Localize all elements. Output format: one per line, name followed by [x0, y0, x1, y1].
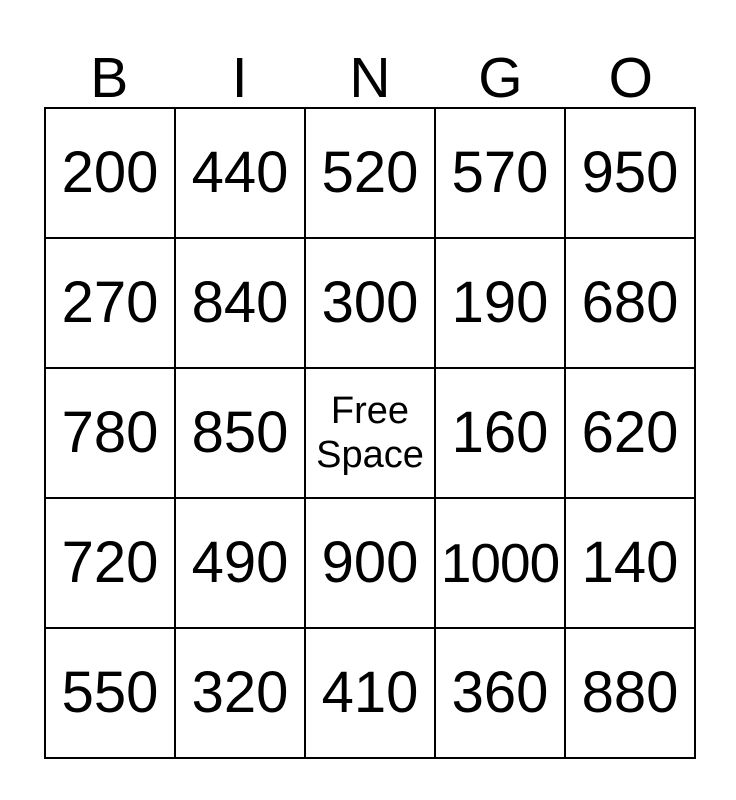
bingo-free-space-label: Free Space — [316, 390, 424, 476]
bingo-cell[interactable]: 160 — [436, 369, 566, 499]
bingo-cell-value: 570 — [451, 140, 549, 205]
bingo-cell[interactable]: 360 — [436, 629, 566, 759]
bingo-cell-value: 850 — [191, 400, 289, 465]
bingo-cell-value: 680 — [581, 270, 679, 335]
bingo-header-row: B I N G O — [44, 40, 696, 107]
bingo-cell[interactable]: 950 — [566, 109, 696, 239]
bingo-cell-value: 160 — [451, 400, 549, 465]
bingo-cell-value: 1000 — [440, 532, 560, 594]
bingo-cell-value: 320 — [191, 660, 289, 725]
bingo-cell-value: 840 — [191, 270, 289, 335]
bingo-cell[interactable]: 140 — [566, 499, 696, 629]
bingo-cell-value: 880 — [581, 660, 679, 725]
bingo-cell-value: 720 — [61, 530, 159, 595]
bingo-cell-value: 140 — [581, 530, 679, 595]
bingo-cell[interactable]: 570 — [436, 109, 566, 239]
bingo-cell-free-space[interactable]: Free Space — [306, 369, 436, 499]
bingo-header-letter-o: O — [608, 46, 653, 110]
bingo-cell[interactable]: 440 — [176, 109, 306, 239]
bingo-cell[interactable]: 200 — [46, 109, 176, 239]
bingo-header-letter-i: I — [231, 46, 248, 110]
bingo-cell[interactable]: 300 — [306, 239, 436, 369]
bingo-cell-value: 440 — [191, 140, 289, 205]
bingo-cell[interactable]: 410 — [306, 629, 436, 759]
bingo-cell-value: 270 — [61, 270, 159, 335]
bingo-cell-value: 550 — [61, 660, 159, 725]
bingo-cell-value: 410 — [321, 660, 419, 725]
bingo-cell[interactable]: 190 — [436, 239, 566, 369]
bingo-card: B I N G O 200 440 520 570 950 270 840 30… — [44, 40, 696, 759]
bingo-cell[interactable]: 270 — [46, 239, 176, 369]
bingo-cell[interactable]: 680 — [566, 239, 696, 369]
bingo-cell[interactable]: 550 — [46, 629, 176, 759]
bingo-row: 720 490 900 1000 140 — [46, 499, 696, 629]
bingo-cell-value: 490 — [191, 530, 289, 595]
bingo-cell[interactable]: 850 — [176, 369, 306, 499]
bingo-cell[interactable]: 840 — [176, 239, 306, 369]
bingo-cell-value: 780 — [61, 400, 159, 465]
bingo-cell[interactable]: 900 — [306, 499, 436, 629]
bingo-cell-value: 300 — [321, 270, 419, 335]
bingo-cell[interactable]: 520 — [306, 109, 436, 239]
bingo-grid: 200 440 520 570 950 270 840 300 190 680 … — [44, 107, 696, 759]
bingo-row: 270 840 300 190 680 — [46, 239, 696, 369]
bingo-cell[interactable]: 490 — [176, 499, 306, 629]
bingo-cell-value: 190 — [451, 270, 549, 335]
bingo-header-letter-b: B — [90, 46, 129, 110]
bingo-cell-value: 620 — [581, 400, 679, 465]
bingo-row: 550 320 410 360 880 — [46, 629, 696, 759]
bingo-cell[interactable]: 880 — [566, 629, 696, 759]
bingo-cell[interactable]: 1000 — [436, 499, 566, 629]
bingo-cell[interactable]: 720 — [46, 499, 176, 629]
bingo-row: 780 850 Free Space 160 620 — [46, 369, 696, 499]
bingo-cell-value: 360 — [451, 660, 549, 725]
bingo-cell-value: 200 — [61, 140, 159, 205]
bingo-header-letter-g: G — [478, 46, 523, 110]
bingo-row: 200 440 520 570 950 — [46, 109, 696, 239]
bingo-cell-value: 950 — [581, 140, 679, 205]
bingo-cell[interactable]: 620 — [566, 369, 696, 499]
bingo-cell[interactable]: 320 — [176, 629, 306, 759]
bingo-cell-value: 900 — [321, 530, 419, 595]
bingo-cell[interactable]: 780 — [46, 369, 176, 499]
bingo-header-letter-n: N — [349, 46, 391, 110]
bingo-cell-value: 520 — [321, 140, 419, 205]
